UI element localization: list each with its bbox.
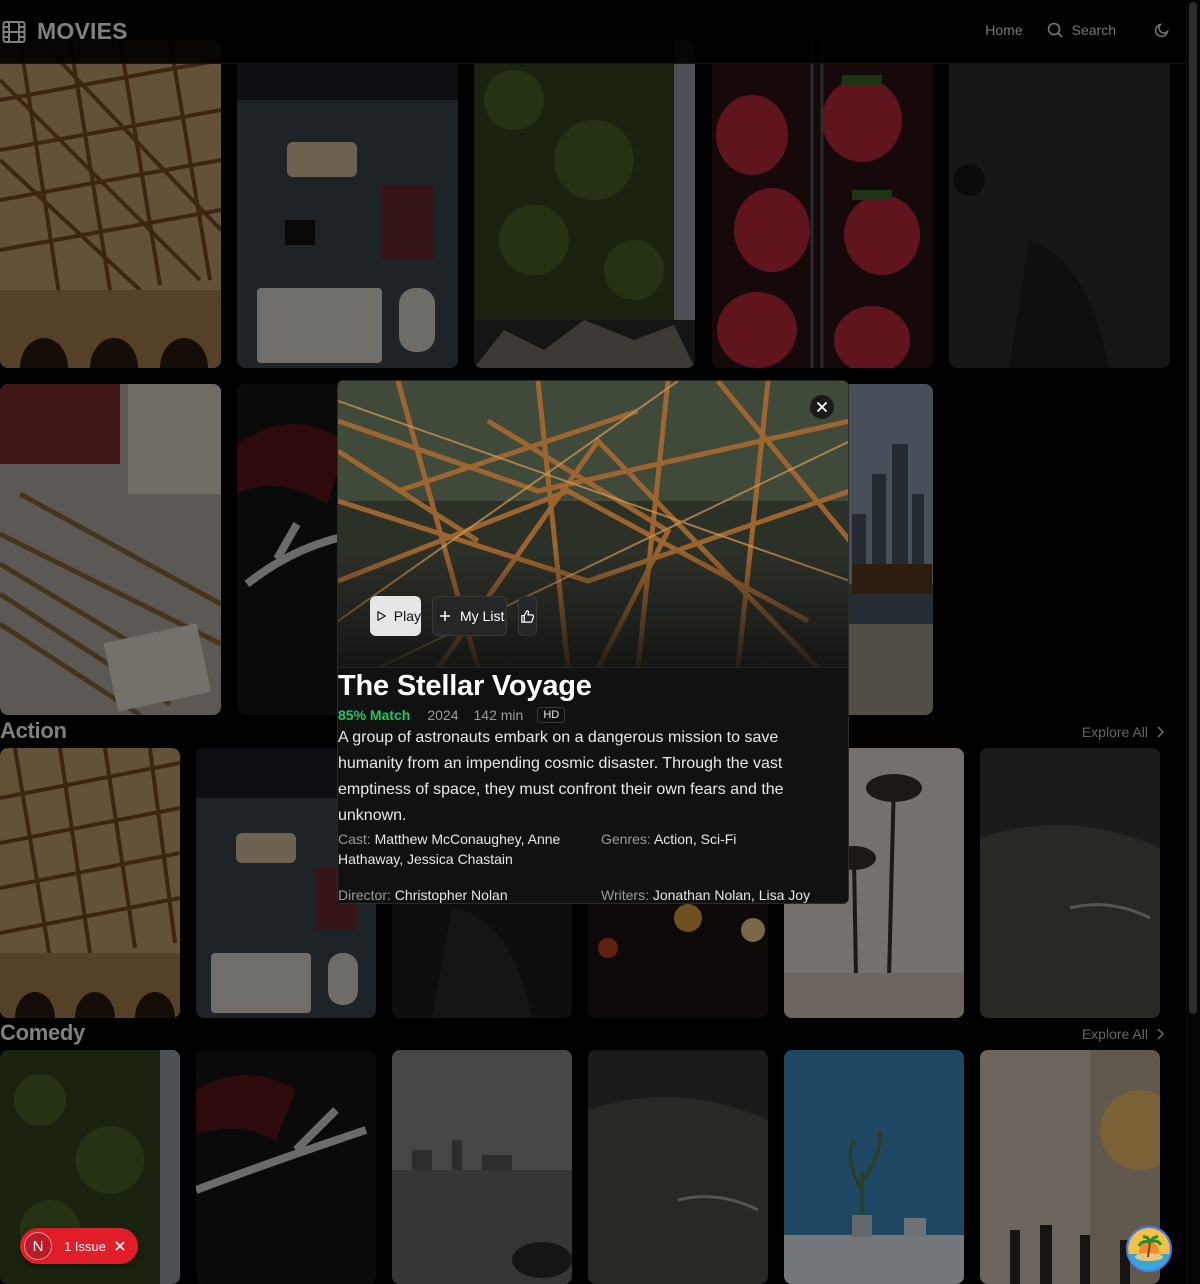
play-button[interactable]: Play bbox=[370, 596, 421, 636]
hero-divider bbox=[338, 667, 848, 668]
movie-description: A group of astronauts embark on a danger… bbox=[338, 729, 784, 824]
cast-value: Matthew McConaughey, Anne Hathaway, Jess… bbox=[338, 831, 561, 867]
director-value: Christopher Nolan bbox=[394, 887, 508, 903]
runtime: 142 min bbox=[473, 707, 524, 723]
issues-dismiss-button[interactable] bbox=[115, 1241, 125, 1251]
writers-credit: Writers: Jonathan Nolan, Lisa Joy bbox=[601, 885, 846, 903]
movie-detail-modal: Play My List The Stellar Voyage 85% Matc… bbox=[337, 380, 849, 904]
director-credit: Director: Christopher Nolan bbox=[338, 885, 588, 903]
close-icon bbox=[816, 401, 828, 413]
my-list-button[interactable]: My List bbox=[432, 596, 507, 636]
issues-avatar: N bbox=[24, 1232, 52, 1260]
genres-label: Genres: bbox=[601, 831, 651, 847]
cast-credit: Cast: Matthew McConaughey, Anne Hathaway… bbox=[338, 829, 588, 869]
quality-badge: HD bbox=[537, 707, 566, 723]
movie-meta: 85% Match 2024 142 min HD bbox=[338, 707, 566, 723]
modal-hero-image: Play My List bbox=[338, 381, 848, 668]
plus-icon bbox=[440, 611, 450, 621]
play-icon bbox=[377, 611, 386, 621]
assistant-avatar-button[interactable] bbox=[1126, 1226, 1172, 1272]
writers-value: Jonathan Nolan, Lisa Joy bbox=[652, 887, 811, 903]
close-button[interactable] bbox=[810, 395, 834, 419]
cast-label: Cast: bbox=[338, 831, 371, 847]
close-icon bbox=[115, 1241, 125, 1251]
play-label: Play bbox=[393, 608, 421, 624]
modal-actions: Play My List bbox=[370, 596, 537, 636]
match-score: 85% Match bbox=[338, 707, 411, 723]
genres-credit: Genres: Action, Sci-Fi bbox=[601, 829, 841, 849]
writers-label: Writers: bbox=[601, 887, 649, 903]
genres-value: Action, Sci-Fi bbox=[653, 831, 737, 847]
thumbs-up-icon bbox=[521, 609, 535, 623]
like-button[interactable] bbox=[518, 596, 537, 636]
issues-label: 1 Issue bbox=[64, 1238, 106, 1254]
my-list-label: My List bbox=[460, 608, 505, 624]
issues-badge[interactable]: N 1 Issue bbox=[20, 1228, 138, 1264]
release-year: 2024 bbox=[427, 707, 459, 723]
director-label: Director: bbox=[338, 887, 391, 903]
movie-title: The Stellar Voyage bbox=[338, 670, 592, 702]
island-icon bbox=[1128, 1228, 1170, 1270]
